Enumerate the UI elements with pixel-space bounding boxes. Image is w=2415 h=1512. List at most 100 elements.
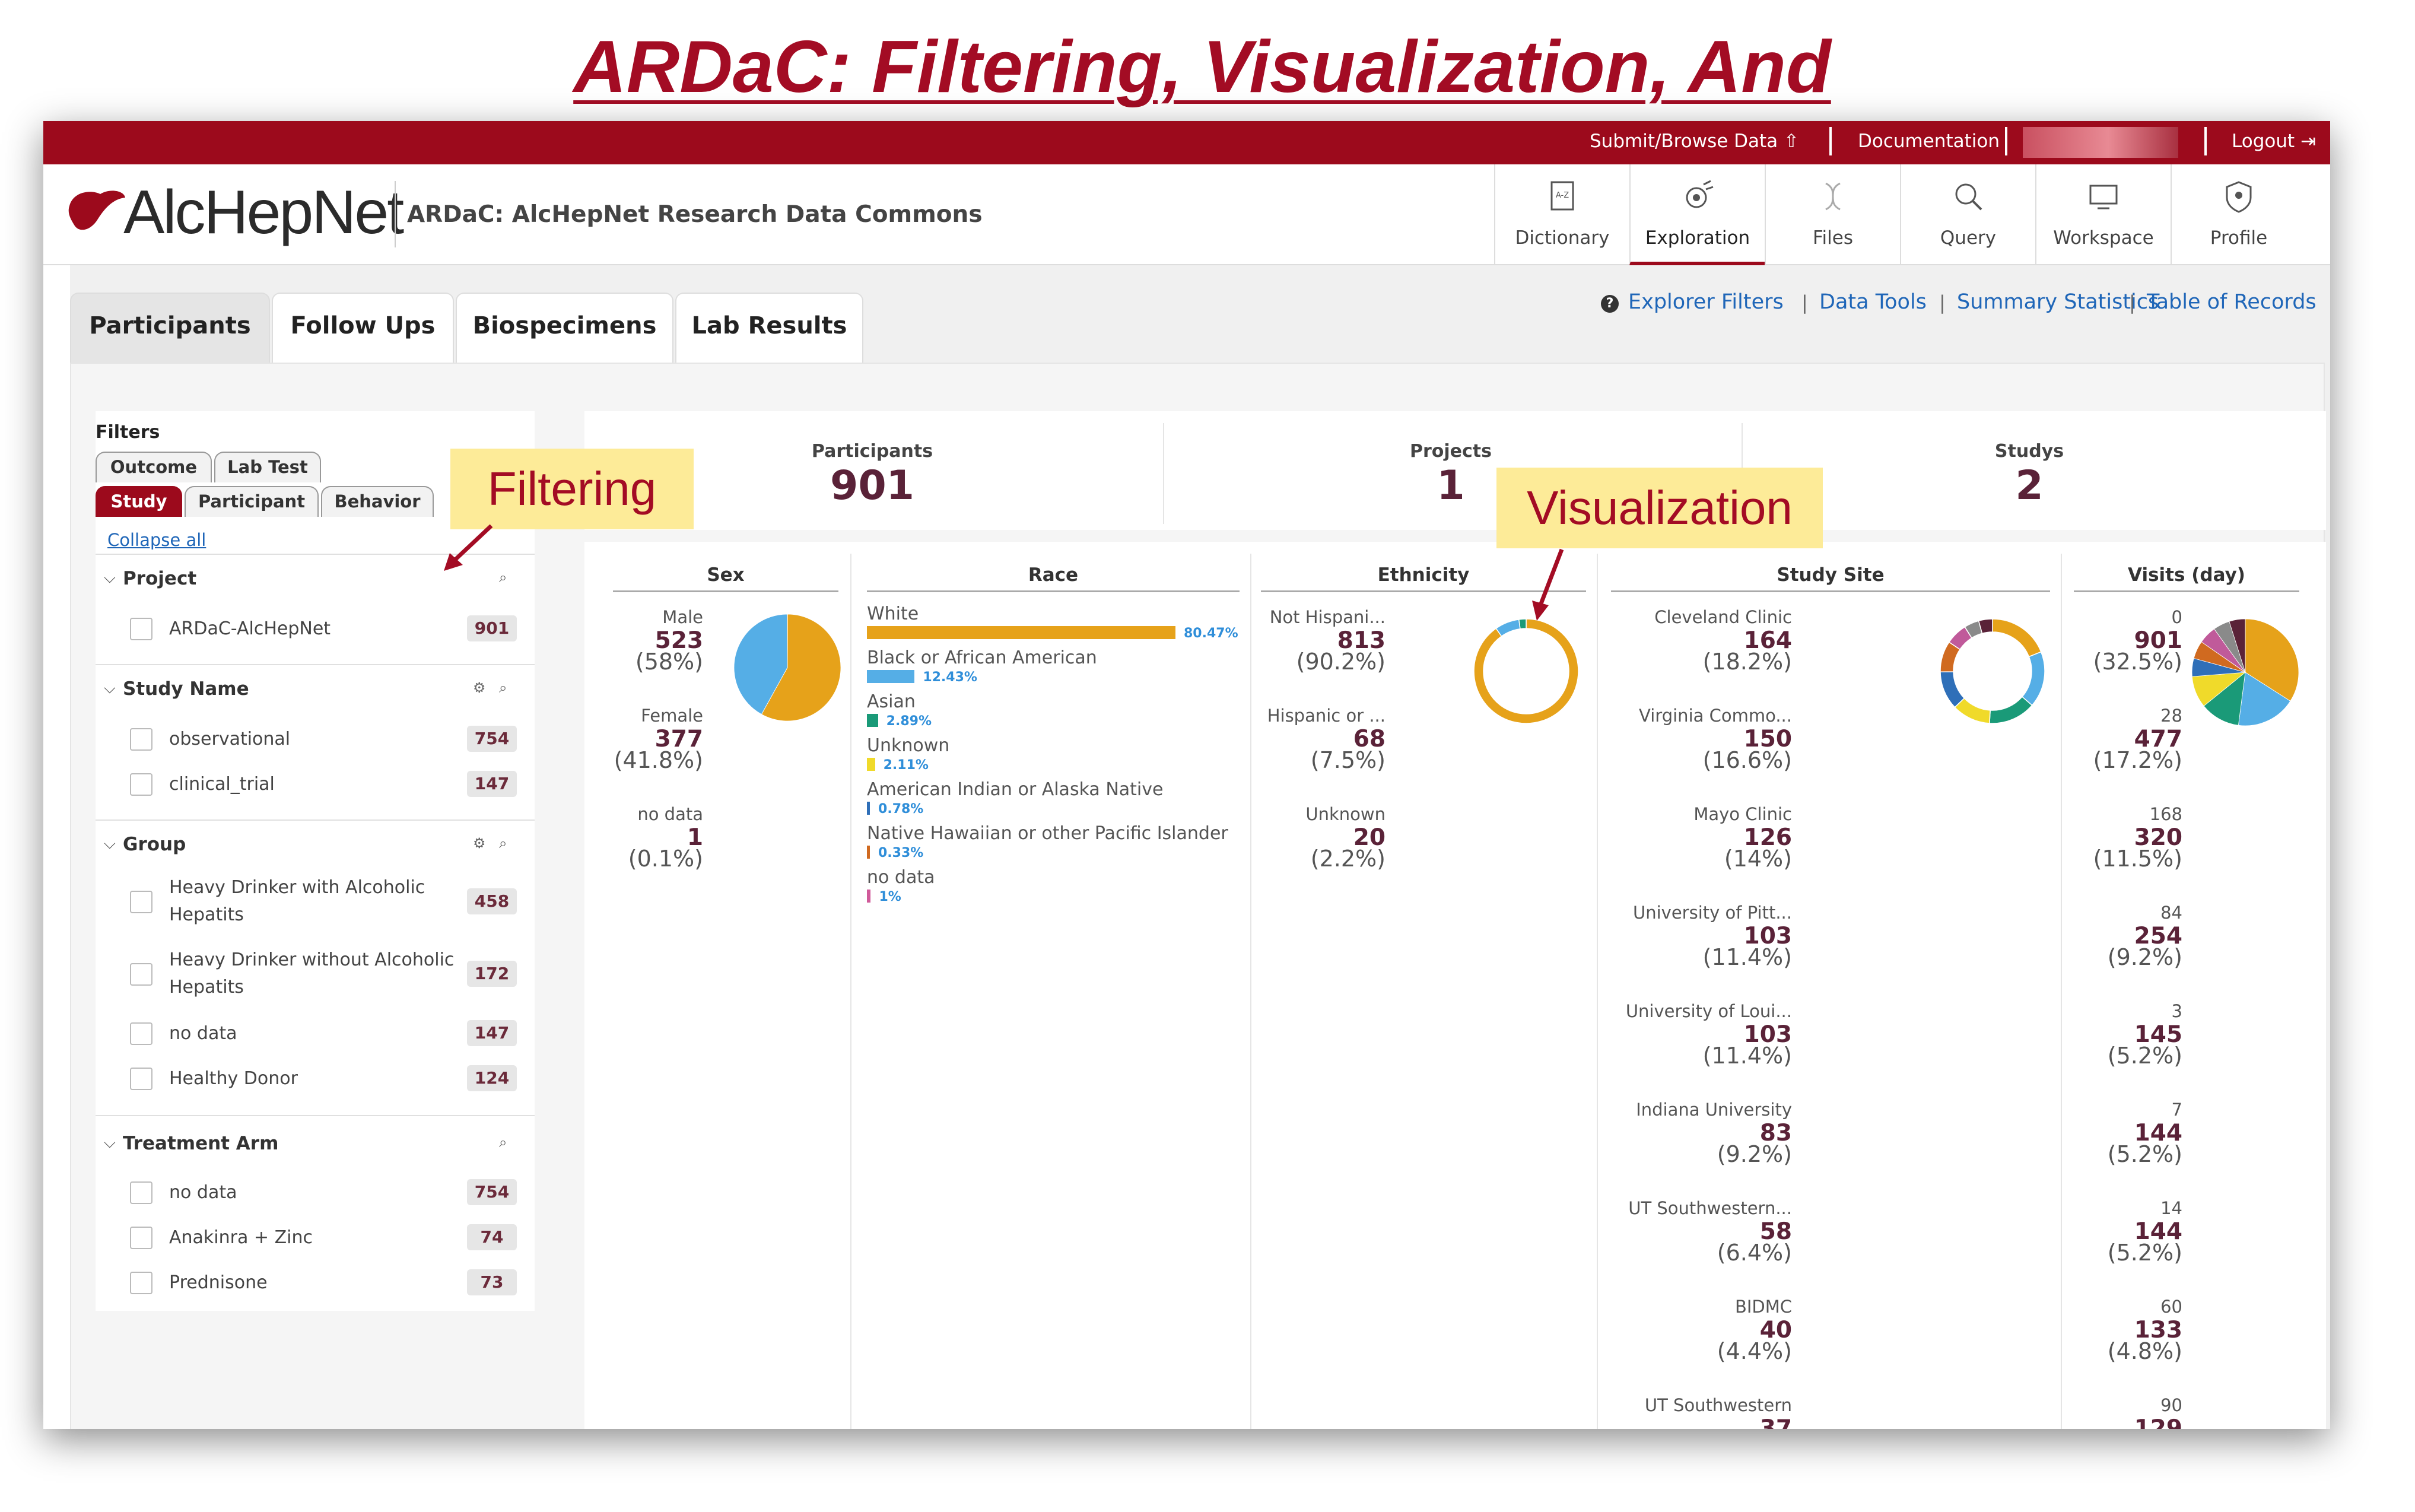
category-label: Male xyxy=(662,607,703,627)
app-logo[interactable]: AlcHepNet xyxy=(123,177,404,248)
settings-icon[interactable]: ⚙ xyxy=(473,835,486,852)
category-label: 14 xyxy=(2160,1198,2182,1218)
filter-section-title[interactable]: Group xyxy=(123,834,186,855)
race-percent: 1% xyxy=(879,890,901,904)
race-label: American Indian or Alaska Native xyxy=(867,779,1164,800)
tab-follow-ups[interactable]: Follow Ups xyxy=(272,293,454,363)
nav-label: Files xyxy=(1812,227,1854,249)
upload-icon: ⇧ xyxy=(1784,131,1800,152)
ethnicity-donut-chart[interactable] xyxy=(1473,618,1580,725)
filter-checkbox[interactable] xyxy=(130,1272,152,1294)
pie-slice[interactable] xyxy=(1495,619,1521,637)
chevron-down-icon[interactable]: ⌵ xyxy=(104,1134,116,1152)
filter-tab-lab-test[interactable]: Lab Test xyxy=(214,452,321,482)
filter-checkbox[interactable] xyxy=(130,618,152,640)
table-of-records-link[interactable]: Table of Records xyxy=(2147,290,2317,314)
search-icon[interactable]: ⌕ xyxy=(499,679,507,696)
filter-tab-outcome[interactable]: Outcome xyxy=(96,452,212,482)
race-bar xyxy=(867,670,915,683)
filter-checkbox[interactable] xyxy=(130,1022,152,1045)
category-percent: (5.2%) xyxy=(2107,1043,2182,1069)
filter-checkbox[interactable] xyxy=(130,773,152,796)
tab-participants[interactable]: Participants xyxy=(70,293,270,363)
filter-tab-participant[interactable]: Participant xyxy=(185,486,319,517)
tab-biospecimens[interactable]: Biospecimens xyxy=(456,293,673,363)
search-icon[interactable]: ⌕ xyxy=(499,1134,507,1151)
filter-section-title[interactable]: Study Name xyxy=(123,678,249,700)
category-label: 168 xyxy=(2149,804,2182,824)
divider xyxy=(867,590,1240,592)
nav-label: Exploration xyxy=(1645,227,1750,249)
filter-checkbox[interactable] xyxy=(130,1227,152,1249)
nav-query[interactable]: Query xyxy=(1900,164,2035,265)
sex-pie-chart[interactable] xyxy=(733,613,842,722)
filter-section-title[interactable]: Project xyxy=(123,568,196,589)
divider xyxy=(2005,127,2007,155)
chevron-down-icon[interactable]: ⌵ xyxy=(104,835,116,853)
pie-slice[interactable] xyxy=(1940,671,1965,708)
nav-exploration[interactable]: Exploration xyxy=(1629,164,1765,265)
filter-checkbox[interactable] xyxy=(130,1068,152,1090)
divider xyxy=(2204,127,2207,155)
stat-value: 901 xyxy=(830,462,914,509)
category-label: 90 xyxy=(2160,1395,2182,1415)
search-icon[interactable]: ⌕ xyxy=(499,835,507,852)
filter-item-count: 754 xyxy=(467,1179,517,1205)
nav-label: Dictionary xyxy=(1515,227,1610,249)
race-percent: 0.78% xyxy=(878,802,924,817)
filter-checkbox[interactable] xyxy=(130,963,152,986)
filter-checkbox[interactable] xyxy=(130,728,152,751)
search-icon[interactable]: ⌕ xyxy=(499,569,507,586)
help-icon[interactable]: ? xyxy=(1601,295,1619,313)
race-bar xyxy=(867,802,870,815)
category-percent: (5.2%) xyxy=(2107,1141,2182,1167)
category-label: 0 xyxy=(2171,607,2182,627)
filter-tab-study[interactable]: Study xyxy=(96,486,182,517)
category-percent: (4.4%) xyxy=(1717,1338,1792,1364)
data-tools-link[interactable]: Data Tools xyxy=(1819,290,1927,314)
settings-icon[interactable]: ⚙ xyxy=(473,679,486,696)
filter-section-title[interactable]: Treatment Arm xyxy=(123,1133,278,1154)
divider: | xyxy=(1801,291,1808,314)
tab-lab-results[interactable]: Lab Results xyxy=(675,293,863,363)
divider: | xyxy=(2129,291,2136,314)
explorer-filters-link[interactable]: Explorer Filters xyxy=(1628,290,1784,314)
filter-tab-behavior[interactable]: Behavior xyxy=(321,486,434,517)
nav-files[interactable]: Files xyxy=(1765,164,1900,265)
submit-browse-data-link[interactable]: Submit/Browse Data ⇧ xyxy=(1590,131,1799,152)
race-label: White xyxy=(867,603,919,624)
category-label: 84 xyxy=(2160,903,2182,923)
race-percent: 0.33% xyxy=(878,846,924,860)
category-percent: (17.2%) xyxy=(2093,747,2182,773)
divider xyxy=(2061,554,2062,1429)
category-label: Cleveland Clinic xyxy=(1654,607,1792,627)
race-bar xyxy=(867,758,875,771)
pie-slice[interactable] xyxy=(1473,618,1579,724)
study-site-donut-chart[interactable] xyxy=(1939,618,2046,725)
user-name-redacted[interactable] xyxy=(2023,127,2178,158)
category-count: 37 xyxy=(1759,1415,1792,1429)
filter-checkbox[interactable] xyxy=(130,1181,152,1204)
category-percent: (18.2%) xyxy=(1702,649,1792,675)
pie-slice[interactable] xyxy=(1992,618,2042,657)
collapse-all-link[interactable]: Collapse all xyxy=(107,530,206,550)
nav-workspace[interactable]: Workspace xyxy=(2035,164,2171,265)
race-percent: 2.11% xyxy=(883,758,929,773)
visits-pie-chart[interactable] xyxy=(2191,618,2300,727)
pie-slice[interactable] xyxy=(1989,696,2033,724)
profile-shield-icon xyxy=(2226,181,2252,213)
category-percent: (58%) xyxy=(635,649,703,675)
category-percent: (9.2%) xyxy=(2107,944,2182,970)
chevron-down-icon[interactable]: ⌵ xyxy=(104,569,116,587)
logout-link[interactable]: Logout ⇥ xyxy=(2232,131,2316,152)
pie-slice[interactable] xyxy=(2021,651,2045,706)
filter-checkbox[interactable] xyxy=(130,891,152,913)
nav-profile[interactable]: Profile xyxy=(2171,164,2306,265)
filters-title: Filters xyxy=(96,422,160,443)
nav-dictionary[interactable]: A-Z Dictionary xyxy=(1494,164,1629,265)
race-label: Asian xyxy=(867,691,916,712)
chevron-down-icon[interactable]: ⌵ xyxy=(104,679,116,698)
documentation-link[interactable]: Documentation xyxy=(1858,131,2000,152)
race-label: Black or African American xyxy=(867,647,1097,668)
category-label: Hispanic or ... xyxy=(1267,706,1386,726)
